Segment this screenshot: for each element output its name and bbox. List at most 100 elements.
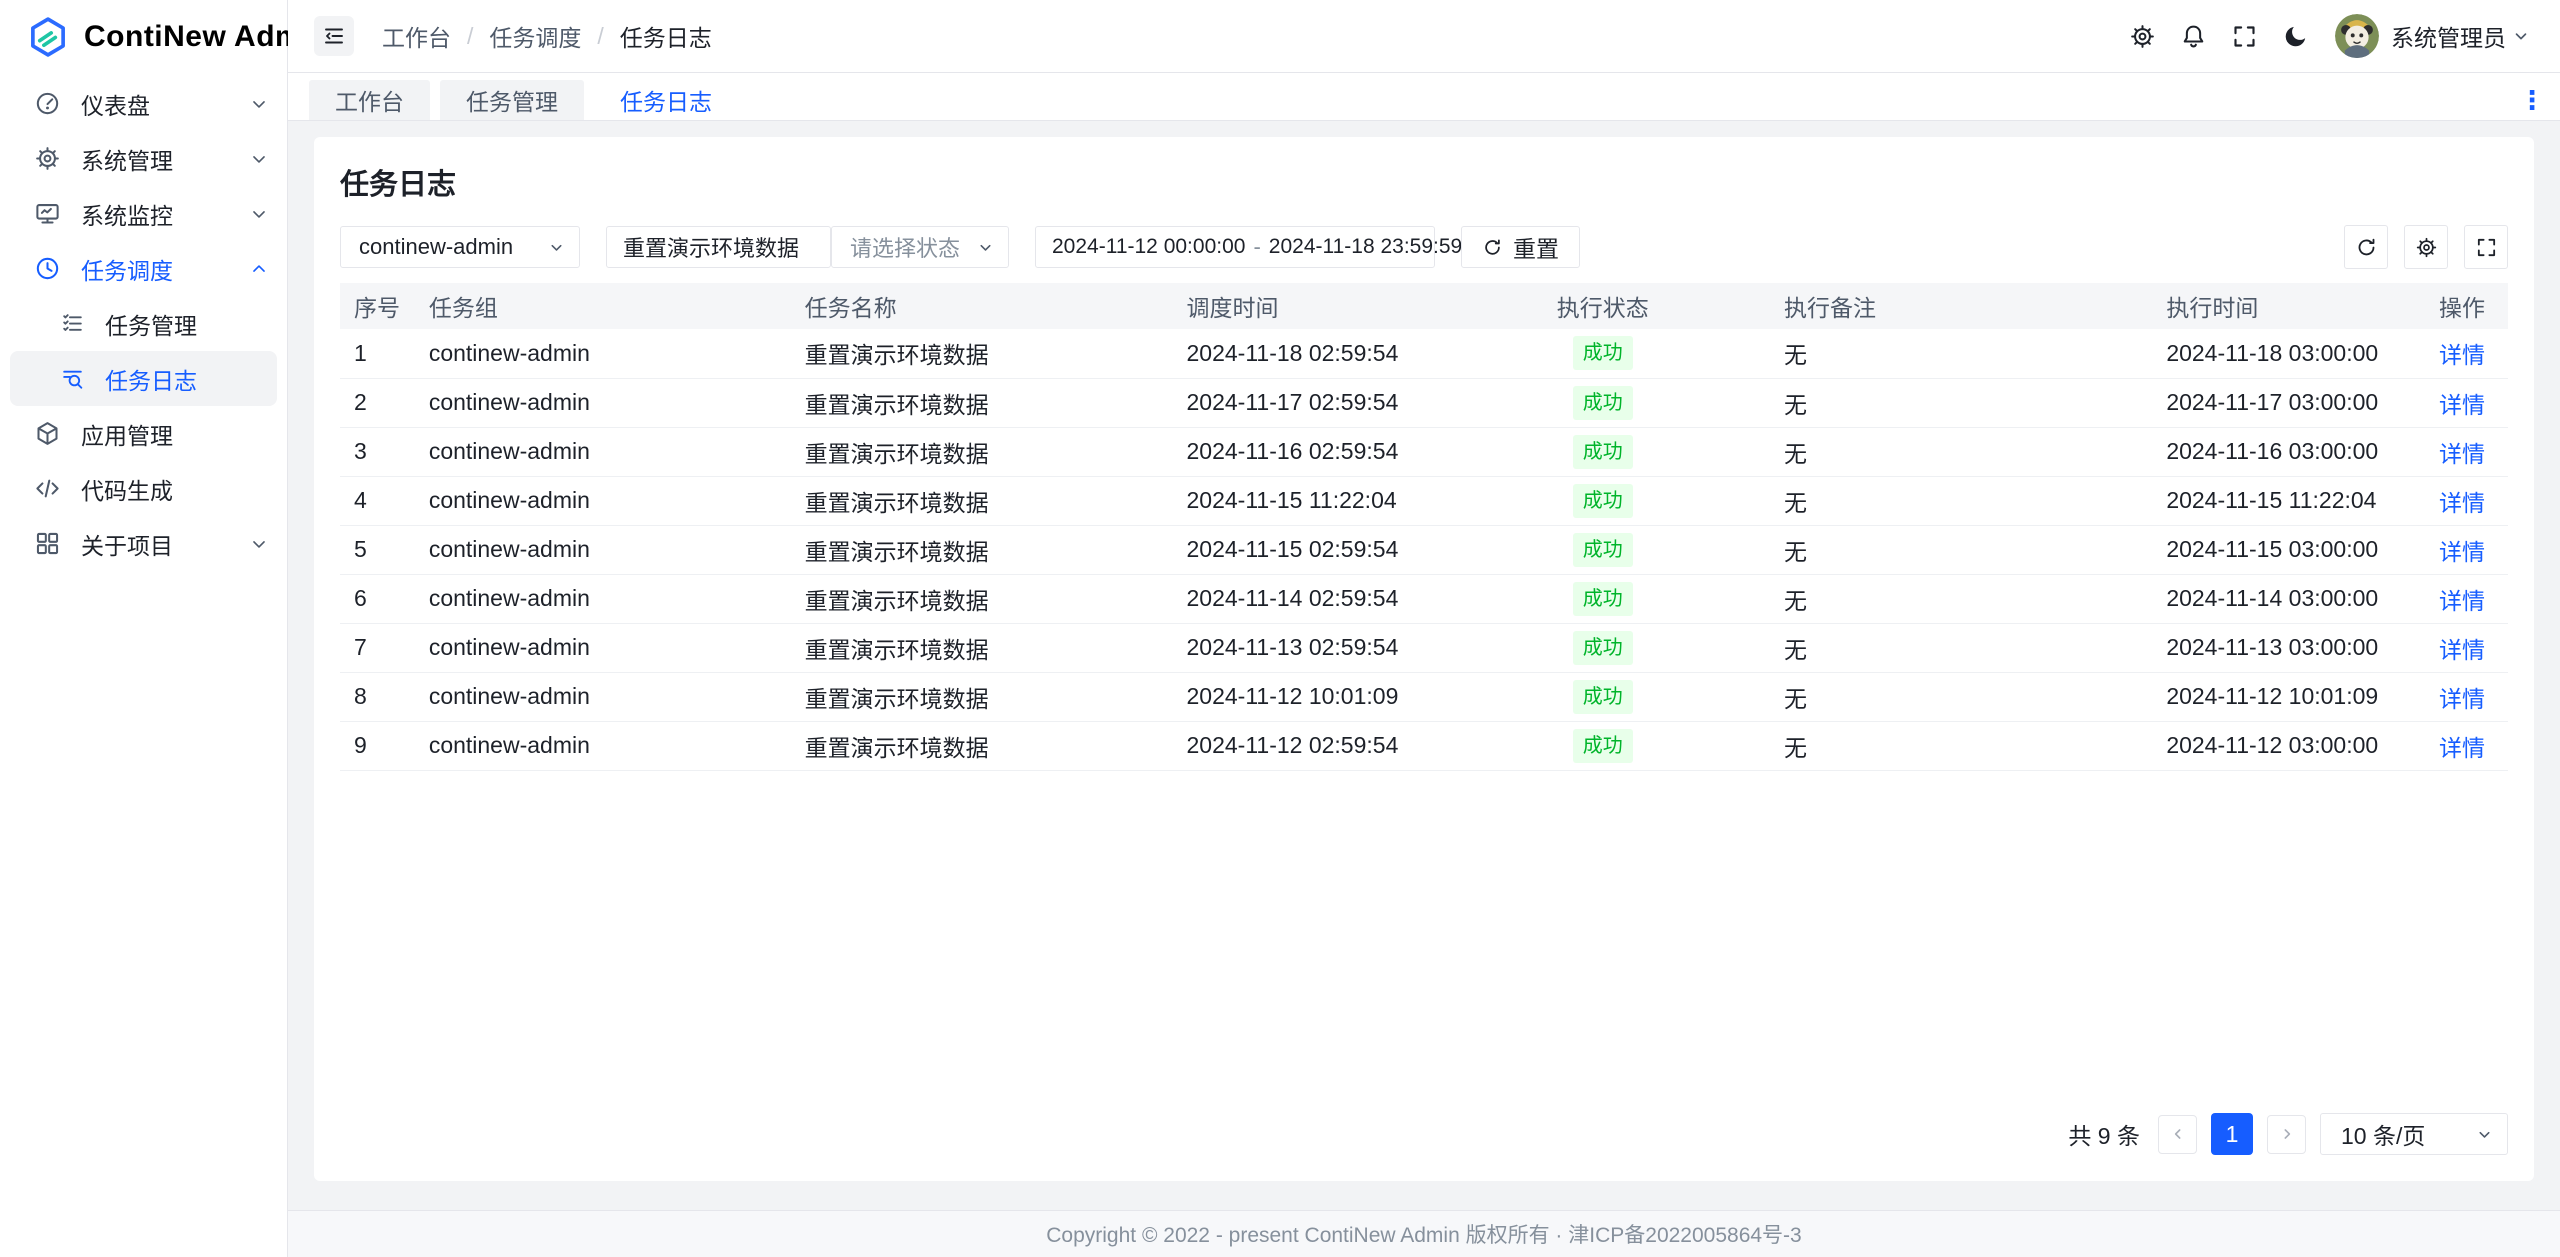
tab-task-management[interactable]: 任务管理 bbox=[440, 80, 584, 120]
status-select[interactable]: 请选择状态 bbox=[831, 226, 1009, 268]
menu-collapse-button[interactable] bbox=[314, 16, 354, 56]
breadcrumb-item-task-scheduling[interactable]: 任务调度 bbox=[489, 19, 581, 53]
date-range-picker[interactable]: 2024-11-12 00:00:00 - 2024-11-18 23:59:5… bbox=[1035, 226, 1435, 268]
sidebar-item-label: 系统管理 bbox=[81, 142, 249, 176]
cell-index: 6 bbox=[340, 574, 421, 623]
table-row: 3 continew-admin 重置演示环境数据 2024-11-16 02:… bbox=[340, 427, 2508, 476]
sidebar-item-task-management[interactable]: 任务管理 bbox=[0, 296, 287, 351]
sidebar-item-label: 任务日志 bbox=[105, 362, 259, 396]
cell-status: 成功 bbox=[1482, 476, 1724, 525]
column-header-remark: 执行备注 bbox=[1724, 283, 2148, 329]
detail-link[interactable]: 详情 bbox=[2439, 588, 2485, 614]
chevron-down-icon bbox=[2476, 1126, 2493, 1143]
detail-link[interactable]: 详情 bbox=[2439, 490, 2485, 516]
monitor-icon bbox=[34, 200, 61, 227]
detail-link[interactable]: 详情 bbox=[2439, 392, 2485, 418]
page-title: 任务日志 bbox=[340, 161, 2508, 203]
task-log-card: 任务日志 continew-admin 请选择状态 bbox=[314, 137, 2534, 1181]
cell-exec-time: 2024-11-15 03:00:00 bbox=[2148, 525, 2416, 574]
cell-exec-time: 2024-11-15 11:22:04 bbox=[2148, 476, 2416, 525]
detail-link[interactable]: 详情 bbox=[2439, 539, 2485, 565]
settings-icon[interactable] bbox=[2129, 23, 2156, 50]
table-fullscreen-button[interactable] bbox=[2464, 225, 2508, 269]
chevron-down-icon bbox=[249, 149, 269, 169]
detail-link[interactable]: 详情 bbox=[2439, 441, 2485, 467]
cell-status: 成功 bbox=[1482, 378, 1724, 427]
bell-icon[interactable] bbox=[2180, 23, 2207, 50]
cell-name: 重置演示环境数据 bbox=[797, 329, 1179, 378]
table-row: 1 continew-admin 重置演示环境数据 2024-11-18 02:… bbox=[340, 329, 2508, 378]
task-group-select[interactable]: continew-admin bbox=[340, 226, 580, 268]
cell-name: 重置演示环境数据 bbox=[797, 525, 1179, 574]
pagination-total: 共 9 条 bbox=[2068, 1117, 2140, 1151]
tab-workbench[interactable]: 工作台 bbox=[309, 80, 430, 120]
fullscreen-icon[interactable] bbox=[2231, 23, 2258, 50]
date-start-value: 2024-11-12 00:00:00 bbox=[1052, 235, 1245, 259]
cell-action: 详情 bbox=[2416, 721, 2508, 770]
cell-remark: 无 bbox=[1724, 574, 2148, 623]
clock-icon bbox=[34, 255, 61, 282]
cell-action: 详情 bbox=[2416, 672, 2508, 721]
cell-schedule-time: 2024-11-16 02:59:54 bbox=[1179, 427, 1482, 476]
detail-link[interactable]: 详情 bbox=[2439, 735, 2485, 761]
sidebar-item-code-generation[interactable]: 代码生成 bbox=[0, 461, 287, 516]
chevron-down-icon bbox=[249, 204, 269, 224]
cell-exec-time: 2024-11-12 10:01:09 bbox=[2148, 672, 2416, 721]
cell-status: 成功 bbox=[1482, 672, 1724, 721]
sidebar-item-system-monitor[interactable]: 系统监控 bbox=[0, 186, 287, 241]
table-row: 7 continew-admin 重置演示环境数据 2024-11-13 02:… bbox=[340, 623, 2508, 672]
logo-icon bbox=[26, 15, 70, 59]
status-badge: 成功 bbox=[1573, 533, 1633, 567]
table-body: 1 continew-admin 重置演示环境数据 2024-11-18 02:… bbox=[340, 329, 2508, 770]
detail-link[interactable]: 详情 bbox=[2439, 686, 2485, 712]
sidebar-item-label: 任务管理 bbox=[105, 307, 269, 341]
detail-link[interactable]: 详情 bbox=[2439, 637, 2485, 663]
sidebar-item-task-log[interactable]: 任务日志 bbox=[10, 351, 277, 406]
detail-link[interactable]: 详情 bbox=[2439, 342, 2485, 368]
cell-action: 详情 bbox=[2416, 378, 2508, 427]
cell-group: continew-admin bbox=[421, 672, 797, 721]
chevron-down-icon bbox=[249, 94, 269, 114]
cell-exec-time: 2024-11-16 03:00:00 bbox=[2148, 427, 2416, 476]
prev-page-button[interactable] bbox=[2158, 1115, 2197, 1154]
cell-remark: 无 bbox=[1724, 427, 2148, 476]
topbar-actions: 系统管理员 bbox=[2105, 14, 2530, 58]
cell-group: continew-admin bbox=[421, 721, 797, 770]
cell-group: continew-admin bbox=[421, 427, 797, 476]
chevron-up-icon bbox=[249, 259, 269, 279]
username[interactable]: 系统管理员 bbox=[2391, 19, 2506, 53]
reset-button[interactable]: 重置 bbox=[1461, 226, 1580, 268]
tab-more-icon[interactable]: ⋮ bbox=[2520, 80, 2544, 120]
table-row: 2 continew-admin 重置演示环境数据 2024-11-17 02:… bbox=[340, 378, 2508, 427]
sidebar-item-dashboard[interactable]: 仪表盘 bbox=[0, 76, 287, 131]
page-size-select[interactable]: 10 条/页 bbox=[2320, 1113, 2508, 1155]
task-name-input[interactable] bbox=[606, 226, 831, 268]
column-settings-button[interactable] bbox=[2404, 225, 2448, 269]
moon-icon[interactable] bbox=[2282, 23, 2309, 50]
cell-action: 详情 bbox=[2416, 427, 2508, 476]
cell-index: 4 bbox=[340, 476, 421, 525]
code-icon bbox=[34, 475, 61, 502]
sidebar-item-task-scheduling[interactable]: 任务调度 bbox=[0, 241, 287, 296]
next-page-button[interactable] bbox=[2267, 1115, 2306, 1154]
sidebar-item-system-management[interactable]: 系统管理 bbox=[0, 131, 287, 186]
breadcrumb-separator: / bbox=[597, 23, 603, 50]
sidebar-item-app-management[interactable]: 应用管理 bbox=[0, 406, 287, 461]
cell-schedule-time: 2024-11-13 02:59:54 bbox=[1179, 623, 1482, 672]
cell-name: 重置演示环境数据 bbox=[797, 427, 1179, 476]
tab-label: 工作台 bbox=[335, 83, 404, 117]
cell-action: 详情 bbox=[2416, 476, 2508, 525]
filter-bar: continew-admin 请选择状态 2024-11-12 00:00:0 bbox=[340, 225, 2508, 269]
chevron-down-icon bbox=[548, 239, 565, 256]
avatar[interactable] bbox=[2335, 14, 2379, 58]
chevron-left-icon bbox=[2170, 1126, 2186, 1142]
tab-task-log[interactable]: 任务日志 bbox=[594, 80, 738, 120]
topbar: 工作台 / 任务调度 / 任务日志 bbox=[288, 0, 2560, 73]
column-header-schedule: 调度时间 bbox=[1179, 283, 1482, 329]
cell-status: 成功 bbox=[1482, 721, 1724, 770]
page-number-current[interactable]: 1 bbox=[2211, 1113, 2253, 1155]
breadcrumb-item-workbench[interactable]: 工作台 bbox=[382, 19, 451, 53]
cell-index: 8 bbox=[340, 672, 421, 721]
refresh-table-button[interactable] bbox=[2344, 225, 2388, 269]
sidebar-item-about-project[interactable]: 关于项目 bbox=[0, 516, 287, 571]
